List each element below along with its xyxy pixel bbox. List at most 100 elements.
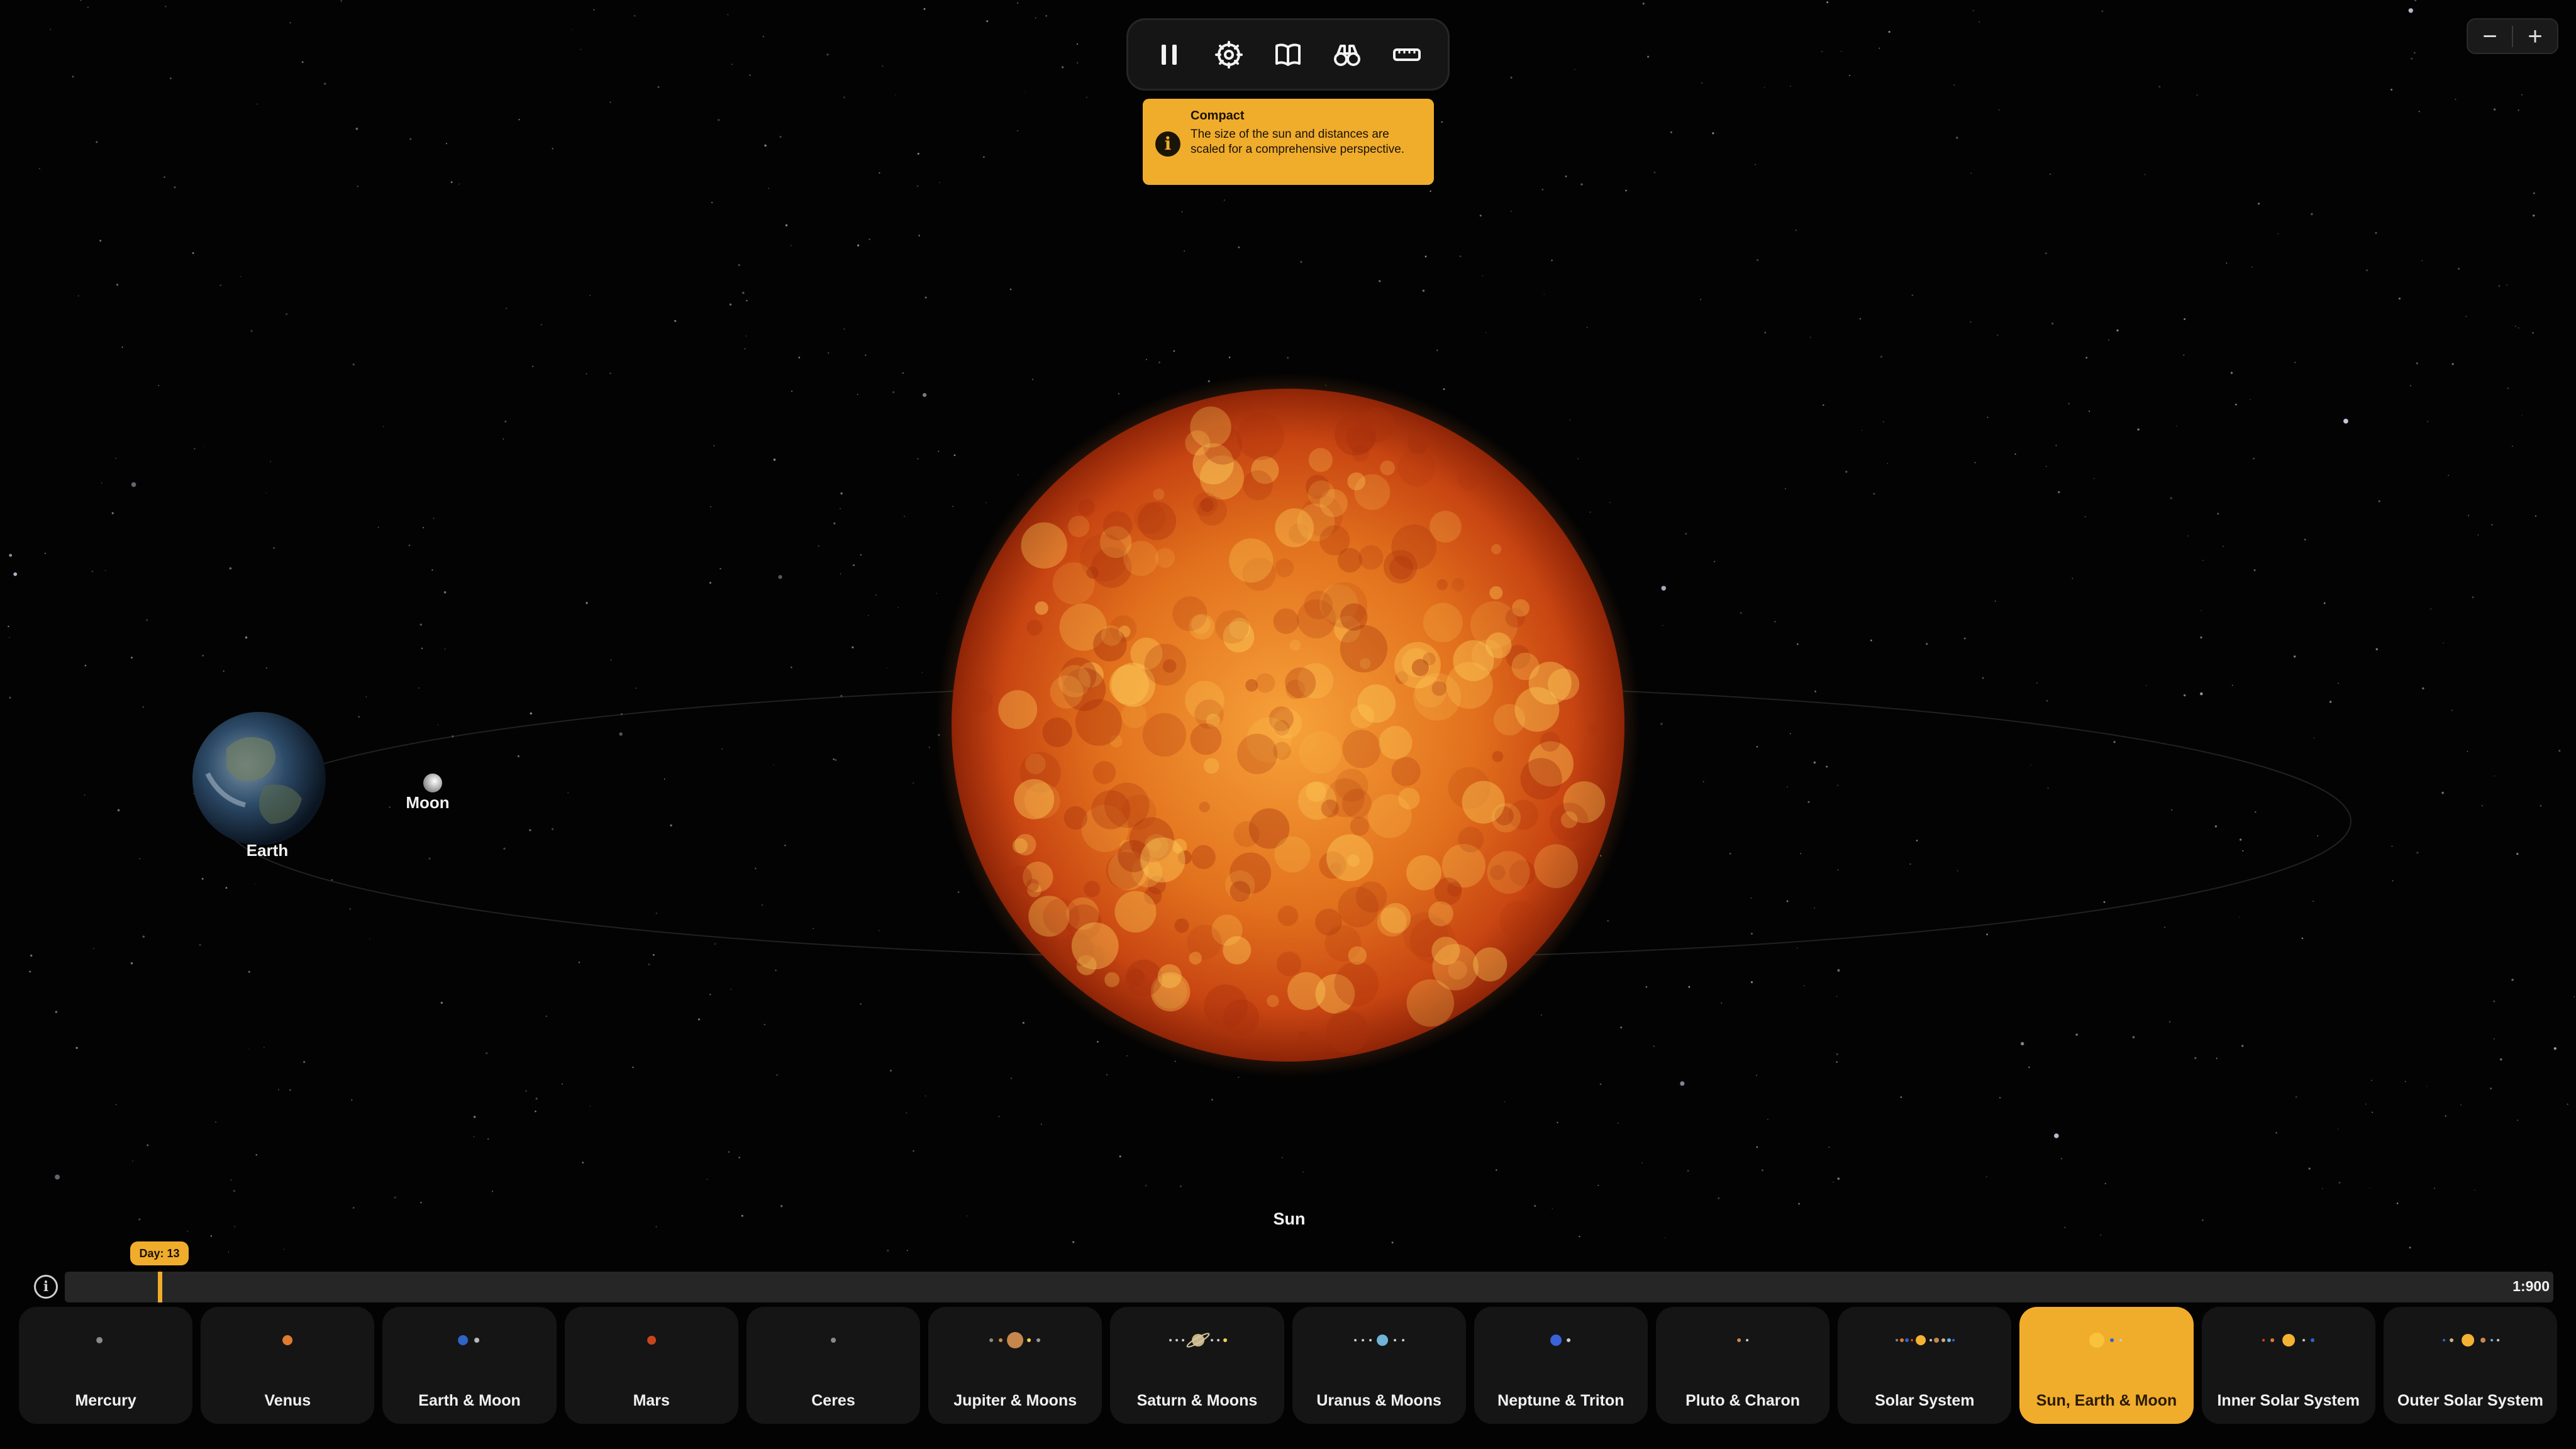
star [2521, 414, 2523, 416]
timeline-info-button[interactable]: i [34, 1275, 58, 1299]
preset-inner-solar-system[interactable]: Inner Solar System [2201, 1307, 2375, 1424]
star [818, 545, 820, 547]
star [865, 354, 867, 356]
preset-solar-system[interactable]: Solar System [1838, 1307, 2012, 1424]
star [882, 65, 884, 67]
sun-granule [1340, 625, 1388, 673]
star [2132, 1036, 2135, 1038]
star [913, 1150, 914, 1152]
sun-granule [998, 690, 1038, 730]
preset-venus[interactable]: Venus [201, 1307, 375, 1424]
moon[interactable] [423, 774, 442, 792]
star [719, 568, 721, 570]
star [728, 1151, 730, 1153]
preset-jupiter-moons[interactable]: Jupiter & Moons [928, 1307, 1102, 1424]
star [1422, 289, 1425, 292]
star [938, 450, 940, 452]
star [303, 1060, 306, 1063]
star [331, 879, 333, 881]
zoom-in-button[interactable]: + [2513, 19, 2557, 53]
star [1862, 430, 1863, 431]
star [1756, 258, 1759, 262]
sun-granule [1304, 591, 1333, 619]
sun-earth-moon-thumbnail-icon [2089, 1333, 2123, 1348]
star [408, 544, 411, 547]
sun-granule [1013, 838, 1028, 853]
star [2060, 1158, 2063, 1160]
star [1552, 1208, 1553, 1209]
inner-solar-system-thumbnail-icon [2262, 1334, 2314, 1346]
star [2116, 329, 2119, 332]
sun-granule [1114, 891, 1157, 933]
sun-granule [1391, 524, 1437, 570]
star [2200, 636, 2202, 639]
preset-neptune-triton[interactable]: Neptune & Triton [1474, 1307, 1648, 1424]
star [1836, 1053, 1838, 1055]
star [1670, 131, 1672, 133]
timeline-track[interactable] [65, 1272, 2553, 1302]
preset-mars[interactable]: Mars [564, 1307, 738, 1424]
star [2183, 354, 2185, 356]
sun-granule [1380, 902, 1411, 933]
star [2239, 916, 2240, 918]
preset-earth-moon[interactable]: Earth & Moon [382, 1307, 557, 1424]
star [1620, 1026, 1623, 1029]
learn-button[interactable] [1260, 26, 1316, 83]
preset-mercury[interactable]: Mercury [19, 1307, 193, 1424]
star [853, 564, 855, 567]
star [352, 364, 355, 365]
star [1900, 1096, 1902, 1098]
space-scene[interactable] [0, 0, 2576, 1449]
sun-granule [1153, 488, 1165, 501]
star [1888, 31, 1890, 33]
sun-granule [1134, 502, 1166, 534]
preset-saturn-moons[interactable]: Saturn & Moons [1110, 1307, 1284, 1424]
zoom-out-button[interactable]: − [2468, 19, 2512, 53]
star [2443, 642, 2445, 644]
star [158, 384, 160, 387]
preset-pluto-charon[interactable]: Pluto & Charon [1655, 1307, 1830, 1424]
star [1441, 121, 1443, 123]
star [1800, 853, 1802, 855]
ruler-button[interactable] [1379, 26, 1435, 83]
sun-granule [1453, 640, 1494, 682]
timeline-scrubber[interactable] [158, 1272, 162, 1302]
star [1790, 86, 1792, 87]
sun-granule [1230, 880, 1251, 902]
sun[interactable] [952, 389, 1624, 1062]
sun-granule [1540, 731, 1560, 752]
star [957, 891, 960, 894]
preset-ceres[interactable]: Ceres [746, 1307, 921, 1424]
star [609, 101, 611, 103]
star [420, 1201, 422, 1204]
star [843, 328, 845, 330]
star [84, 794, 86, 796]
star [2409, 385, 2412, 387]
star [917, 458, 919, 460]
star [985, 502, 987, 504]
star [2418, 111, 2420, 113]
star [1750, 897, 1752, 899]
preset-outer-solar-system[interactable]: Outer Solar System [2383, 1307, 2558, 1424]
star [223, 670, 225, 672]
star [1607, 920, 1609, 922]
star [1443, 388, 1445, 391]
sun-granule [1190, 723, 1222, 755]
star [1641, 1162, 1643, 1163]
star [2055, 445, 2057, 447]
observe-button[interactable] [1319, 26, 1375, 83]
star [761, 904, 763, 906]
preset-sun-earth-moon[interactable]: Sun, Earth & Moon [2019, 1307, 2194, 1424]
star [2521, 94, 2523, 96]
pause-button[interactable] [1141, 26, 1197, 83]
star [1828, 1146, 1830, 1148]
preset-uranus-moons[interactable]: Uranus & Moons [1292, 1307, 1466, 1424]
star [860, 1003, 862, 1005]
star [2532, 331, 2534, 334]
earth[interactable] [192, 712, 326, 845]
star [270, 460, 271, 462]
star [1826, 765, 1828, 768]
settings-button[interactable] [1201, 26, 1257, 83]
star [875, 594, 877, 596]
star [2100, 1234, 2102, 1236]
